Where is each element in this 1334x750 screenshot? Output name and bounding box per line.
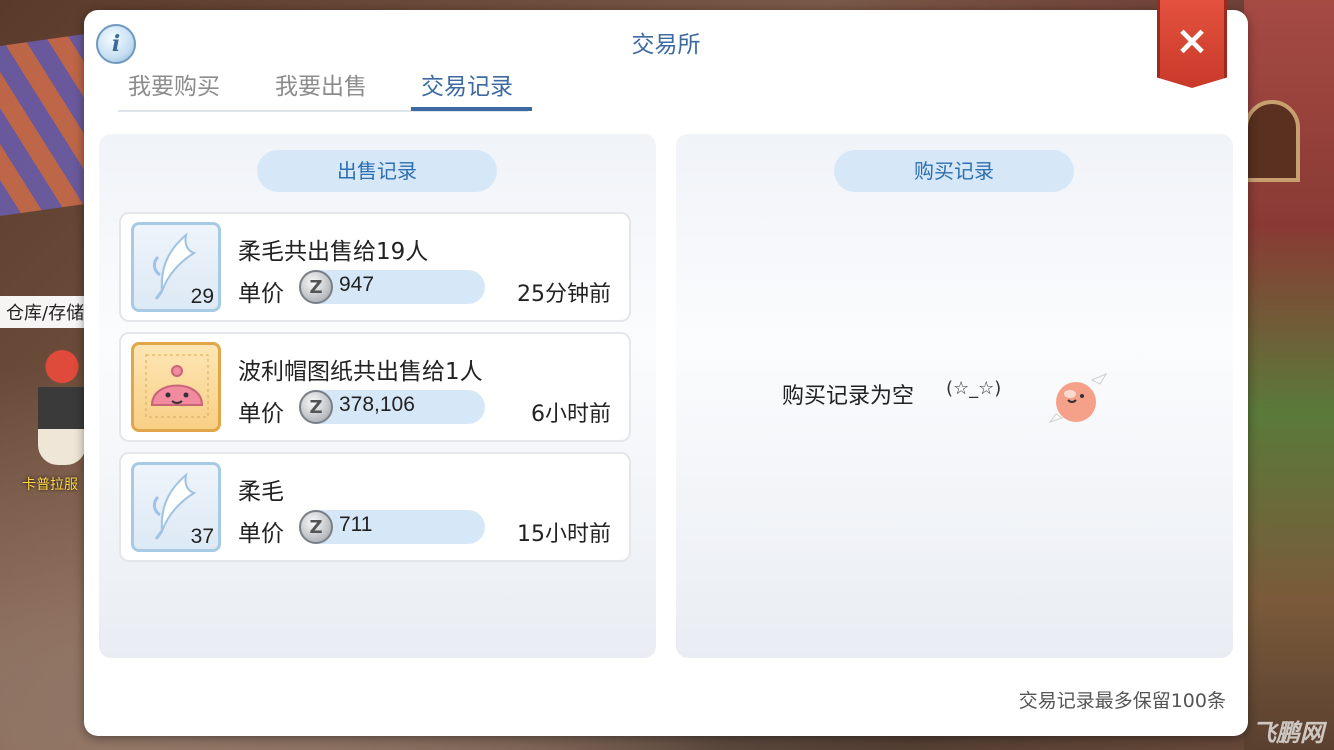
- price-label: 单价: [238, 401, 284, 427]
- background-window: [1244, 100, 1300, 182]
- price-value: 378,106: [339, 393, 415, 416]
- sell-record-row[interactable]: 37 柔毛 单价 Z 711 15小时前: [119, 452, 631, 562]
- item-slot[interactable]: 37: [131, 462, 221, 552]
- item-slot[interactable]: [131, 342, 221, 432]
- record-time: 15小时前: [517, 522, 611, 547]
- item-name: 柔毛: [238, 479, 284, 505]
- storage-npc-label[interactable]: 仓库/存储: [0, 296, 91, 328]
- tab-bar: 我要购买 我要出售 交易记录: [118, 70, 528, 112]
- zeny-coin-icon: Z: [299, 390, 333, 424]
- buy-records-header: 购买记录: [834, 150, 1074, 192]
- sell-record-row[interactable]: 波利帽图纸共出售给1人 单价 Z 378,106 6小时前: [119, 332, 631, 442]
- poring-mascot-icon: [1048, 372, 1108, 423]
- watermark: 飞鹏网: [1252, 719, 1324, 747]
- npc-name-label: 卡普拉服: [22, 477, 78, 493]
- item-quantity: 37: [190, 525, 214, 548]
- price-label: 单价: [238, 521, 284, 547]
- active-tab-indicator: [411, 107, 532, 111]
- kafra-npc[interactable]: [38, 345, 86, 465]
- item-quantity: 29: [190, 285, 214, 308]
- record-time: 25分钟前: [517, 282, 611, 307]
- price-value: 711: [339, 513, 373, 536]
- price-field: Z 378,106: [299, 390, 485, 424]
- item-name: 柔毛共出售给19人: [238, 239, 429, 265]
- poring-hat-blueprint-icon: [145, 354, 209, 418]
- price-label: 单价: [238, 281, 284, 307]
- price-value: 947: [339, 273, 375, 296]
- dialog-title: 交易所: [631, 32, 701, 58]
- empty-state-emoticon: (☆_☆): [946, 378, 1002, 399]
- sell-records-panel: 出售记录 29 柔毛共出售给19人 单价 Z 947 25分钟前 波利帽图纸共出…: [99, 134, 656, 658]
- tab-buy[interactable]: 我要购买: [128, 70, 220, 112]
- tab-trade-history[interactable]: 交易记录: [421, 70, 513, 112]
- retention-note: 交易记录最多保留100条: [1018, 690, 1226, 712]
- buy-records-panel: 购买记录 购买记录为空 (☆_☆): [676, 134, 1233, 658]
- tab-sell[interactable]: 我要出售: [275, 70, 367, 112]
- record-time: 6小时前: [531, 402, 611, 427]
- empty-state-text: 购买记录为空: [782, 384, 915, 409]
- close-button[interactable]: ×: [1157, 0, 1227, 88]
- sell-records-header: 出售记录: [257, 150, 497, 192]
- price-field: Z 947: [299, 270, 485, 304]
- close-icon: ×: [1175, 18, 1209, 64]
- sell-record-row[interactable]: 29 柔毛共出售给19人 单价 Z 947 25分钟前: [119, 212, 631, 322]
- background-awning: [0, 34, 85, 216]
- price-field: Z 711: [299, 510, 485, 544]
- item-name: 波利帽图纸共出售给1人: [238, 359, 483, 385]
- item-slot[interactable]: 29: [131, 222, 221, 312]
- zeny-coin-icon: Z: [299, 270, 333, 304]
- exchange-dialog: i 交易所 我要购买 我要出售 交易记录 出售记录 29 柔毛共出售给19人 单…: [84, 10, 1248, 736]
- zeny-coin-icon: Z: [299, 510, 333, 544]
